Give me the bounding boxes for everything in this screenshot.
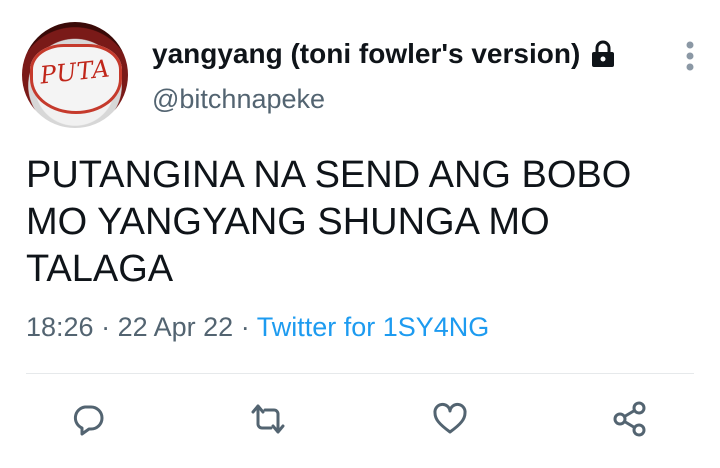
tweet-date[interactable]: 22 Apr 22: [118, 312, 234, 342]
like-button[interactable]: [428, 399, 472, 443]
tweet-card: PUTA yangyang (toni fowler's version) @b…: [0, 0, 720, 468]
tweet-time[interactable]: 18:26: [26, 312, 94, 342]
avatar[interactable]: PUTA: [22, 22, 128, 128]
reply-button[interactable]: [66, 399, 110, 443]
tweet-source-link[interactable]: Twitter for 1SY4NG: [257, 312, 490, 342]
name-row: yangyang (toni fowler's version): [152, 38, 616, 70]
user-handle[interactable]: @bitchnapeke: [152, 84, 325, 115]
retweet-button[interactable]: [246, 399, 290, 443]
tweet-text-line: TALAGA: [26, 248, 174, 290]
share-icon: [611, 400, 649, 443]
lock-icon: [590, 40, 616, 68]
meta-separator: ·: [101, 312, 111, 342]
reply-icon: [69, 400, 107, 443]
tweet-text: PUTANGINA NA SEND ANG BOBO MO YANGYANG S…: [26, 152, 706, 293]
tweet-text-line: PUTANGINA NA SEND ANG BOBO: [26, 154, 632, 196]
like-icon: [431, 400, 469, 443]
share-button[interactable]: [608, 399, 652, 443]
tweet-meta: 18:26 · 22 Apr 22 · Twitter for 1SY4NG: [26, 312, 489, 343]
display-name[interactable]: yangyang (toni fowler's version): [152, 38, 580, 70]
retweet-icon: [249, 400, 287, 443]
meta-separator: ·: [240, 312, 250, 342]
more-options-icon[interactable]: [676, 38, 704, 74]
divider: [26, 373, 694, 374]
tweet-text-line: MO YANGYANG SHUNGA MO: [26, 201, 550, 243]
